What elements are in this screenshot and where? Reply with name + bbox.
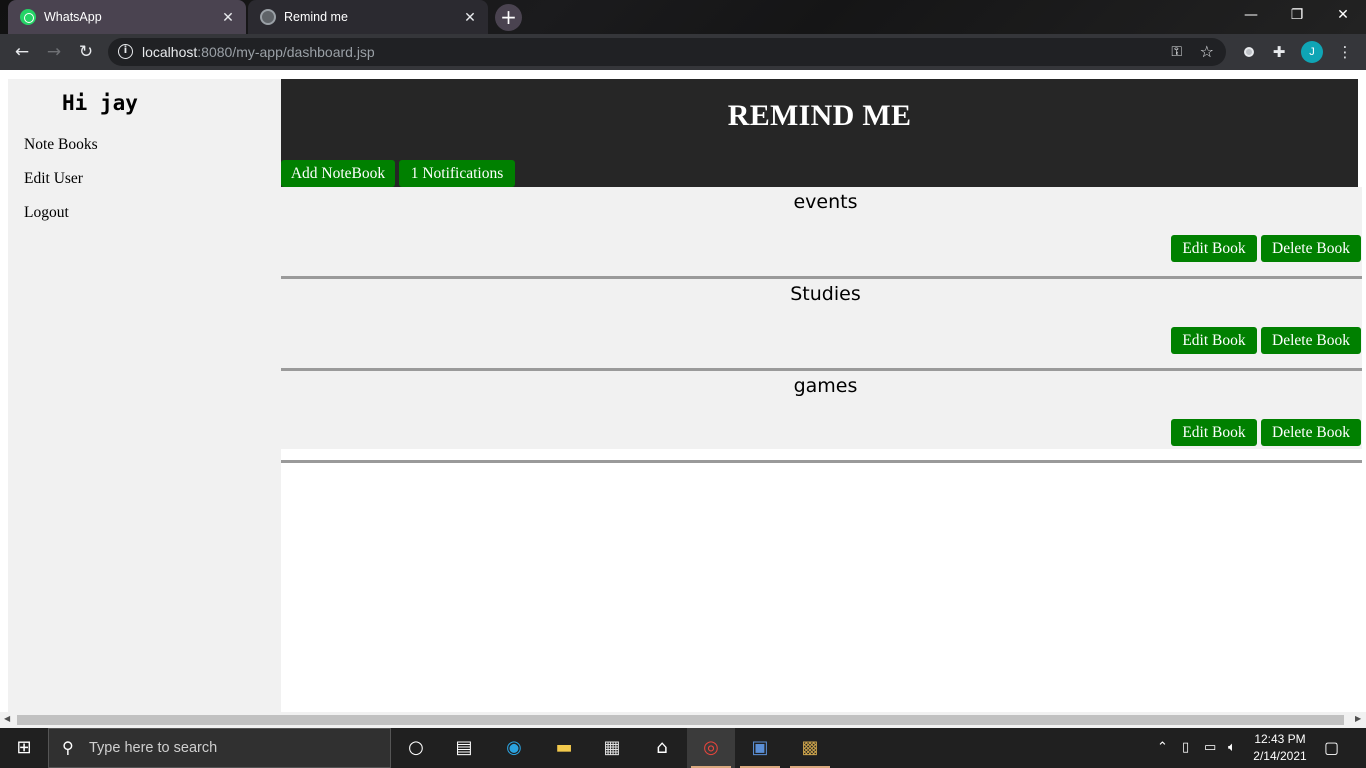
greeting: Hi jay xyxy=(62,91,138,115)
notebook-list: events Edit Book Delete Book Studies Edi… xyxy=(281,187,1362,463)
page-title: REMIND ME xyxy=(727,99,912,132)
chrome-icon[interactable]: ◎ xyxy=(687,728,735,768)
key-icon[interactable]: ⚿ xyxy=(1171,44,1182,60)
taskbar-search[interactable]: ⚲ Type here to search xyxy=(48,728,391,768)
sidebar-link-edit-user[interactable]: Edit User xyxy=(24,170,83,188)
edit-book-button[interactable]: Edit Book xyxy=(1171,419,1257,446)
tab-whatsapp[interactable]: WhatsApp ✕ xyxy=(8,0,246,34)
horizontal-scrollbar[interactable]: ◀ ▶ xyxy=(0,712,1366,728)
delete-book-button[interactable]: Delete Book xyxy=(1261,327,1361,354)
url-host: localhost xyxy=(142,44,198,60)
notebook-title: events xyxy=(793,191,858,213)
delete-book-button[interactable]: Delete Book xyxy=(1261,419,1361,446)
back-icon[interactable]: ← xyxy=(10,40,34,64)
restore-icon[interactable]: ❐ xyxy=(1274,0,1320,30)
volume-icon[interactable]: 🔈︎ xyxy=(1228,728,1236,768)
page-header: REMIND ME Add NoteBook 1 Notifications xyxy=(281,79,1358,187)
notebook-title: games xyxy=(793,375,858,397)
sidebar-link-logout[interactable]: Logout xyxy=(24,204,69,222)
delete-book-button[interactable]: Delete Book xyxy=(1261,235,1361,262)
store-icon[interactable]: ▦ xyxy=(588,728,636,768)
file-explorer-icon[interactable]: ▬ xyxy=(540,728,588,768)
search-icon: ⚲ xyxy=(62,740,74,757)
puzzle-icon[interactable]: ✚ xyxy=(1270,43,1288,61)
url-path: :8080/my-app/dashboard.jsp xyxy=(197,44,375,60)
notebook-item: games Edit Book Delete Book xyxy=(281,371,1362,463)
sidebar-link-note-books[interactable]: Note Books xyxy=(24,136,98,154)
forward-icon[interactable]: → xyxy=(42,40,66,64)
browser-toolbar: ← → ↻ i localhost:8080/my-app/dashboard.… xyxy=(0,34,1366,70)
url-text[interactable]: localhost:8080/my-app/dashboard.jsp xyxy=(142,44,375,60)
notebook-item: events Edit Book Delete Book xyxy=(281,187,1362,279)
battery-icon[interactable]: ▭ xyxy=(1204,728,1216,768)
address-bar[interactable]: i localhost:8080/my-app/dashboard.jsp ⚿ … xyxy=(108,38,1226,66)
page-viewport: Hi jay Note Books Edit User Logout REMIN… xyxy=(0,70,1366,712)
scroll-left-icon[interactable]: ◀ xyxy=(4,714,10,723)
add-notebook-button[interactable]: Add NoteBook xyxy=(281,160,395,187)
sidebar: Hi jay Note Books Edit User Logout xyxy=(8,79,281,712)
scroll-right-icon[interactable]: ▶ xyxy=(1355,714,1361,723)
edit-book-button[interactable]: Edit Book xyxy=(1171,235,1257,262)
close-icon[interactable]: ✕ xyxy=(220,9,236,25)
info-icon[interactable]: i xyxy=(118,44,133,59)
whatsapp-icon xyxy=(20,9,36,25)
profile-avatar[interactable]: J xyxy=(1301,41,1323,63)
menu-icon[interactable]: ⋮ xyxy=(1336,43,1354,61)
mysql-workbench-icon[interactable]: ▣ xyxy=(736,728,784,768)
extension-icon[interactable] xyxy=(1240,43,1258,61)
notebook-title: Studies xyxy=(790,283,861,305)
search-placeholder: Type here to search xyxy=(89,740,218,756)
chevron-up-icon[interactable]: ⌃ xyxy=(1157,728,1168,768)
browser-tab-strip: WhatsApp ✕ Remind me ✕ + — ❐ ✕ xyxy=(0,0,1366,34)
bookmark-star-icon[interactable]: ☆ xyxy=(1200,42,1214,61)
close-icon[interactable]: ✕ xyxy=(462,9,478,25)
windows-taskbar: ⊞ ⚲ Type here to search ○ ▤ ◉ ▬ ▦ ⌂ ◎ ▣ … xyxy=(0,728,1366,768)
minimize-icon[interactable]: — xyxy=(1228,0,1274,30)
tab-remind-me[interactable]: Remind me ✕ xyxy=(248,0,488,34)
window-close-icon[interactable]: ✕ xyxy=(1320,0,1366,30)
tab-title: WhatsApp xyxy=(44,10,102,24)
clock-date: 2/14/2021 xyxy=(1253,749,1307,763)
edit-book-button[interactable]: Edit Book xyxy=(1171,327,1257,354)
home-icon[interactable]: ⌂ xyxy=(638,728,686,768)
ide-icon[interactable]: ▩ xyxy=(786,728,834,768)
windows-start-icon[interactable]: ⊞ xyxy=(0,728,48,768)
divider xyxy=(281,460,1362,463)
new-tab-button[interactable]: + xyxy=(495,4,522,31)
task-view-icon[interactable]: ▤ xyxy=(440,728,488,768)
meet-now-icon[interactable]: ▯ xyxy=(1182,728,1189,768)
globe-icon xyxy=(260,9,276,25)
notebook-item: Studies Edit Book Delete Book xyxy=(281,279,1362,371)
edge-icon[interactable]: ◉ xyxy=(490,728,538,768)
notifications-button[interactable]: 1 Notifications xyxy=(399,160,515,187)
system-clock[interactable]: 12:43 PM 2/14/2021 xyxy=(1250,731,1310,765)
cortana-icon[interactable]: ○ xyxy=(392,728,440,768)
scrollbar-thumb[interactable] xyxy=(17,715,1344,725)
clock-time: 12:43 PM xyxy=(1254,732,1306,746)
reload-icon[interactable]: ↻ xyxy=(74,40,98,64)
notification-center-icon[interactable]: ▢ xyxy=(1324,728,1339,768)
tab-title: Remind me xyxy=(284,10,348,24)
